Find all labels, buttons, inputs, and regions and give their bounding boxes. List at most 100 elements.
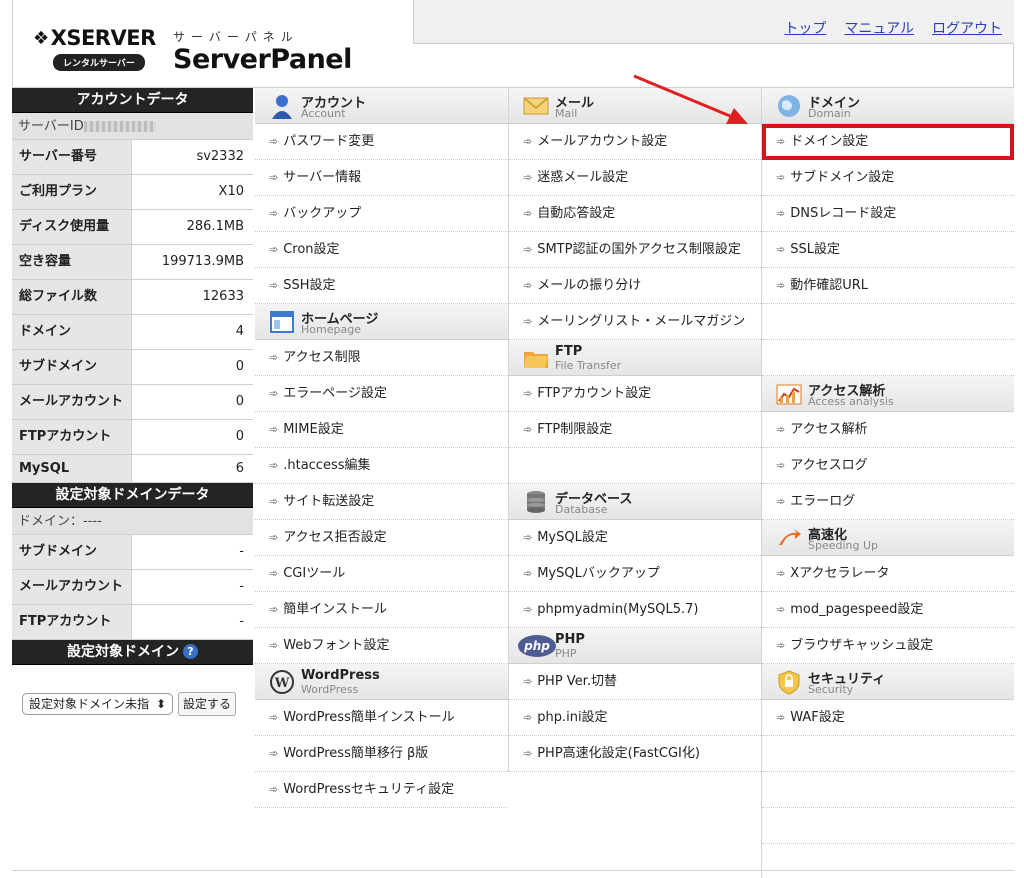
menu-item-account-3[interactable]: ➾ Cron設定	[255, 232, 508, 268]
svg-text:W: W	[274, 676, 290, 691]
menu-item-homepage-6[interactable]: ➾ CGIツール	[255, 556, 508, 592]
top-links: トップ マニュアル ログアウト	[784, 18, 1002, 38]
menu-item-access-0[interactable]: ➾ アクセス解析	[762, 412, 1014, 448]
select-arrows-icon: ⬍	[155, 697, 166, 711]
menu-item-homepage-1[interactable]: ➾ エラーページ設定	[255, 376, 508, 412]
arrow-icon: ➾	[776, 567, 786, 580]
menu-item-homepage-2[interactable]: ➾ MIME設定	[255, 412, 508, 448]
menu-item-speed-0[interactable]: ➾ Xアクセラレータ	[762, 556, 1014, 592]
menu-item-homepage-0[interactable]: ➾ アクセス制限	[255, 340, 508, 376]
manual-link[interactable]: マニュアル	[844, 18, 914, 38]
menu-item-account-1[interactable]: ➾ サーバー情報	[255, 160, 508, 196]
menu-item-homepage-4[interactable]: ➾ サイト転送設定	[255, 484, 508, 520]
stat-value: 0	[132, 420, 253, 454]
menu-item-account-4[interactable]: ➾ SSH設定	[255, 268, 508, 304]
arrow-icon: ➾	[776, 639, 786, 652]
arrow-icon: ➾	[776, 603, 786, 616]
menu-item-domain-4[interactable]: ➾ 動作確認URL	[762, 268, 1014, 304]
menu-item-mail-2[interactable]: ➾ 自動応答設定	[509, 196, 761, 232]
section-header-account: アカウント Account	[255, 88, 508, 124]
access-icon	[776, 381, 802, 407]
menu-item-mail-1[interactable]: ➾ 迷惑メール設定	[509, 160, 761, 196]
account-data-title: アカウントデータ	[12, 88, 253, 113]
section-subtitle: Domain	[808, 107, 851, 120]
brand-name: XSERVER	[50, 26, 157, 50]
menu-item-wordpress-2[interactable]: ➾ WordPressセキュリティ設定	[255, 772, 508, 808]
menu-item-mail-4[interactable]: ➾ メールの振り分け	[509, 268, 761, 304]
header: ❖ XSERVER レンタルサーバー サーバーパネル ServerPanel トッ…	[12, 0, 1014, 88]
stat-row: ドメイン 4	[12, 315, 253, 350]
menu-item-php-2[interactable]: ➾ PHP高速化設定(FastCGI化)	[509, 736, 761, 772]
arrow-icon: ➾	[523, 315, 533, 328]
menu-item-access-2[interactable]: ➾ エラーログ	[762, 484, 1014, 520]
arrow-icon: ➾	[523, 171, 533, 184]
arrow-icon: ➾	[523, 747, 533, 760]
stat-row: メールアカウント 0	[12, 385, 253, 420]
bottom-border	[12, 870, 1014, 871]
sidebar: アカウントデータ サーバーID サーバー番号 sv2332 ご利用プラン X10 ディス…	[12, 88, 253, 716]
menu-item-account-0[interactable]: ➾ パスワード変更	[255, 124, 508, 160]
arrow-icon: ➾	[523, 531, 533, 544]
menu-item-homepage-5[interactable]: ➾ アクセス拒否設定	[255, 520, 508, 556]
stat-value: 12633	[132, 280, 253, 314]
top-bar: トップ マニュアル ログアウト	[413, 0, 1014, 44]
stat-label: 空き容量	[12, 245, 132, 279]
menu-item-database-0[interactable]: ➾ MySQL設定	[509, 520, 761, 556]
menu-item-ftp-1[interactable]: ➾ FTP制限設定	[509, 412, 761, 448]
section-subtitle: Mail	[555, 107, 578, 120]
menu-item-security-0[interactable]: ➾ WAF設定	[762, 700, 1014, 736]
mail-icon	[523, 93, 549, 119]
arrow-icon: ➾	[523, 423, 533, 436]
xserver-mark-icon: ❖	[33, 27, 49, 49]
menu-item-php-1[interactable]: ➾ php.ini設定	[509, 700, 761, 736]
menu-item-empty	[762, 772, 1014, 808]
arrow-icon: ➾	[523, 567, 533, 580]
menu-item-domain-1[interactable]: ➾ サブドメイン設定	[762, 160, 1014, 196]
menu-item-wordpress-1[interactable]: ➾ WordPress簡単移行 β版	[255, 736, 508, 772]
menu-item-account-2[interactable]: ➾ バックアップ	[255, 196, 508, 232]
arrow-icon: ➾	[776, 279, 786, 292]
menu-item-homepage-7[interactable]: ➾ 簡単インストール	[255, 592, 508, 628]
stat-value: X10	[132, 175, 253, 209]
arrow-icon: ➾	[269, 747, 279, 760]
section-subtitle: PHP	[555, 647, 577, 660]
menu-item-database-2[interactable]: ➾ phpmyadmin(MySQL5.7)	[509, 592, 761, 628]
arrow-icon: ➾	[269, 135, 279, 148]
menu-item-ftp-0[interactable]: ➾ FTPアカウント設定	[509, 376, 761, 412]
speed-icon	[776, 525, 802, 551]
menu-item-domain-0[interactable]: ➾ ドメイン設定	[762, 124, 1014, 160]
target-domain-select[interactable]: 設定対象ドメイン未指 ⬍	[22, 693, 173, 715]
stat-value: 286.1MB	[132, 210, 253, 244]
menu-item-homepage-8[interactable]: ➾ Webフォント設定	[255, 628, 508, 664]
stat-value: sv2332	[132, 140, 253, 174]
xserver-logo[interactable]: ❖ XSERVER レンタルサーバー	[33, 26, 156, 71]
menu-item-mail-3[interactable]: ➾ SMTP認証の国外アクセス制限設定	[509, 232, 761, 268]
menu-item-speed-1[interactable]: ➾ mod_pagespeed設定	[762, 592, 1014, 628]
top-link[interactable]: トップ	[784, 18, 826, 38]
set-button[interactable]: 設定する	[178, 692, 237, 716]
menu-item-wordpress-0[interactable]: ➾ WordPress簡単インストール	[255, 700, 508, 736]
menu-item-homepage-3[interactable]: ➾ .htaccess編集	[255, 448, 508, 484]
database-icon	[523, 489, 549, 515]
panel-name: ServerPanel	[173, 44, 352, 75]
menu-item-domain-3[interactable]: ➾ SSL設定	[762, 232, 1014, 268]
red-arrow-annotation	[633, 74, 748, 124]
stat-value: 4	[132, 315, 253, 349]
menu-item-speed-2[interactable]: ➾ ブラウザキャッシュ設定	[762, 628, 1014, 664]
stat-label: メールアカウント	[12, 570, 132, 604]
menu-item-php-0[interactable]: ➾ PHP Ver.切替	[509, 664, 761, 700]
menu-item-empty	[762, 844, 1014, 878]
menu-item-mail-5[interactable]: ➾ メーリングリスト・メールマガジン	[509, 304, 761, 340]
section-header-domain: ドメイン Domain	[762, 88, 1014, 124]
stat-value: 0	[132, 385, 253, 419]
help-icon[interactable]: ?	[183, 644, 198, 659]
arrow-icon: ➾	[776, 243, 786, 256]
menu-item-domain-2[interactable]: ➾ DNSレコード設定	[762, 196, 1014, 232]
section-header-access: アクセス解析 Access analysis	[762, 376, 1014, 412]
stat-value: 6	[132, 455, 253, 482]
stat-row: サブドメイン 0	[12, 350, 253, 385]
menu-item-access-1[interactable]: ➾ アクセスログ	[762, 448, 1014, 484]
section-header-security: セキュリティ Security	[762, 664, 1014, 700]
menu-item-database-1[interactable]: ➾ MySQLバックアップ	[509, 556, 761, 592]
logout-link[interactable]: ログアウト	[932, 18, 1002, 38]
